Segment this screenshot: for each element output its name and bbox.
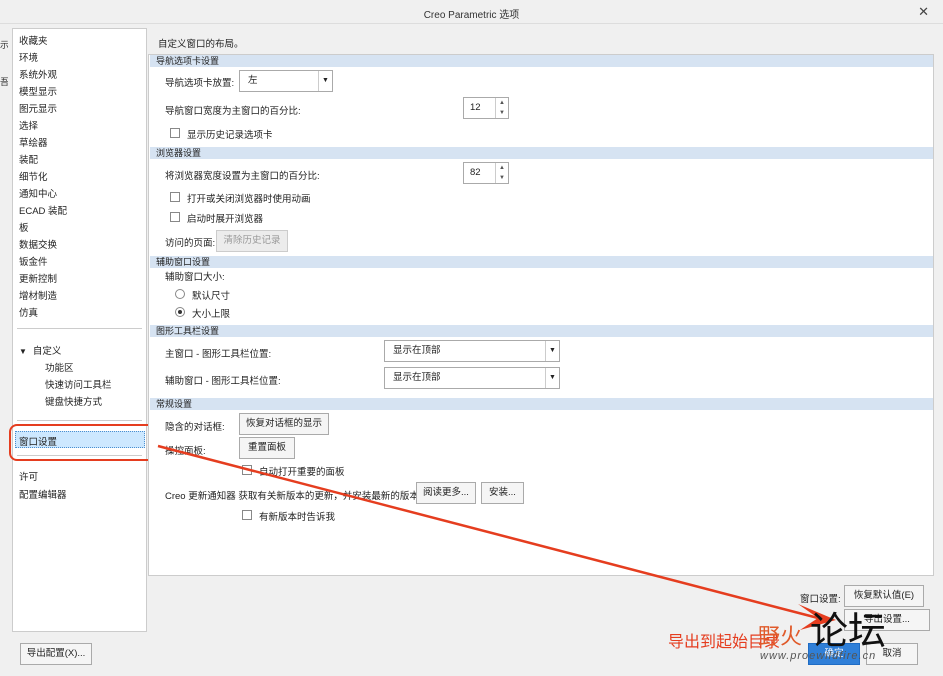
nav-item-ecad-assembly[interactable]: ECAD 装配: [19, 203, 67, 217]
highlight-annotation-box: [9, 424, 159, 461]
close-icon[interactable]: ✕: [918, 4, 929, 20]
update-notifier-label: Creo 更新通知器 获取有关新版本的更新，并安装最新的版本: [165, 491, 419, 502]
settings-content: 导航选项卡设置 导航选项卡放置: 左 ▼ 导航窗口宽度为主窗口的百分比: 12 ▲ ▼…: [148, 54, 934, 576]
nav-item-entity-display[interactable]: 图元显示: [19, 101, 57, 115]
nav-item-board[interactable]: 板: [19, 220, 29, 234]
aux-size-label: 辅助窗口大小:: [165, 272, 225, 283]
browser-animation-label: 打开或关闭浏览器时使用动画: [187, 194, 311, 205]
main-toolbar-value: 显示在顶部: [393, 345, 441, 356]
nav-item-environment[interactable]: 环境: [19, 50, 38, 64]
section-general: 常规设置: [150, 398, 933, 410]
install-button[interactable]: 安装...: [481, 482, 524, 504]
spinner-arrows-icon[interactable]: ▲ ▼: [495, 98, 508, 118]
nav-item-sketcher[interactable]: 草绘器: [19, 135, 48, 149]
nav-item-sheetmetal[interactable]: 钣金件: [19, 254, 48, 268]
chevron-down-icon: ▼: [545, 341, 559, 361]
visited-pages-label: 访问的页面:: [165, 238, 216, 249]
hidden-dialogs-label: 隐含的对话框:: [165, 422, 225, 433]
watermark: 野火 论坛: [758, 600, 886, 655]
category-nav: 收藏夹 环境 系统外观 模型显示 图元显示 选择 草绘器 装配 细节化 通知中心…: [12, 28, 147, 632]
expand-browser-checkbox[interactable]: [170, 212, 180, 222]
watermark-brand: 野火: [758, 625, 803, 650]
browser-width-value: 82: [470, 167, 481, 178]
browser-animation-checkbox[interactable]: [170, 192, 180, 202]
section-graphics-toolbar: 图形工具栏设置: [150, 325, 933, 337]
watermark-forum: 论坛: [810, 609, 887, 653]
auto-open-panels-label: 自动打开重要的面板: [259, 467, 345, 478]
main-toolbar-label: 主窗口 - 图形工具栏位置:: [165, 349, 272, 360]
expand-triangle-icon[interactable]: ▼: [19, 347, 27, 356]
nav-width-label: 导航窗口宽度为主窗口的百分比:: [165, 106, 301, 117]
nav-item-customize-label: 自定义: [32, 346, 62, 357]
section-navigator: 导航选项卡设置: [150, 55, 933, 67]
default-size-label: 默认尺寸: [192, 291, 231, 302]
nav-item-data-exchange[interactable]: 数据交换: [19, 237, 57, 251]
options-dialog: 示 吾 收藏夹 环境 系统外观 模型显示 图元显示 选择 草绘器 装配 细节化 …: [0, 24, 943, 676]
section-aux-window: 辅助窗口设置: [150, 256, 933, 268]
window-title: Creo Parametric 选项: [423, 10, 520, 21]
nav-item-notification-center[interactable]: 通知中心: [19, 186, 57, 200]
clear-history-button[interactable]: 清除历史记录: [216, 230, 288, 252]
nav-divider: [17, 328, 142, 329]
nav-item-quick-access-toolbar[interactable]: 快速访问工具栏: [45, 377, 112, 391]
nav-item-license[interactable]: 许可: [19, 469, 38, 483]
aux-toolbar-label: 辅助窗口 - 图形工具栏位置:: [165, 376, 281, 387]
nav-item-detailing[interactable]: 细节化: [19, 169, 48, 183]
nav-item-additive-manufacturing[interactable]: 增材制造: [19, 288, 57, 302]
notify-new-version-checkbox[interactable]: [242, 510, 252, 520]
edge-text-1: 示: [0, 40, 8, 50]
aux-toolbar-dropdown[interactable]: 显示在顶部 ▼: [384, 367, 560, 389]
read-more-button[interactable]: 阅读更多...: [416, 482, 476, 504]
edge-text-2: 吾: [0, 77, 8, 87]
nav-item-customize[interactable]: ▼ 自定义: [19, 343, 61, 357]
chevron-down-icon: ▼: [318, 71, 332, 91]
nav-position-label: 导航选项卡放置:: [165, 78, 235, 89]
nav-item-config-editor[interactable]: 配置编辑器: [19, 487, 67, 501]
nav-item-model-display[interactable]: 模型显示: [19, 84, 57, 98]
title-bar: Creo Parametric 选项 ✕: [0, 0, 943, 24]
chevron-down-icon: ▼: [545, 368, 559, 388]
nav-item-assembly[interactable]: 装配: [19, 152, 38, 166]
nav-item-keyboard-shortcuts[interactable]: 键盘快捷方式: [45, 394, 102, 408]
browser-width-spinner[interactable]: 82 ▲ ▼: [463, 162, 509, 184]
main-toolbar-dropdown[interactable]: 显示在顶部 ▼: [384, 340, 560, 362]
nav-item-simulation[interactable]: 仿真: [19, 305, 38, 319]
nav-width-value: 12: [470, 102, 481, 113]
nav-divider: [17, 420, 142, 421]
restore-dialogs-button[interactable]: 恢复对话框的显示: [239, 413, 329, 435]
export-config-button[interactable]: 导出配置(X)...: [20, 643, 92, 665]
spinner-arrows-icon[interactable]: ▲ ▼: [495, 163, 508, 183]
settings-panel: 自定义窗口的布局。 导航选项卡设置 导航选项卡放置: 左 ▼ 导航窗口宽度为主窗口…: [148, 28, 934, 602]
nav-position-dropdown[interactable]: 左 ▼: [239, 70, 333, 92]
background-edge: 示 吾: [0, 24, 8, 104]
nav-item-update-control[interactable]: 更新控制: [19, 271, 57, 285]
reset-panel-button[interactable]: 重置面板: [239, 437, 295, 459]
panel-description: 自定义窗口的布局。: [158, 39, 244, 50]
expand-browser-label: 启动时展开浏览器: [187, 214, 264, 225]
show-history-label: 显示历史记录选项卡: [187, 130, 273, 141]
nav-item-selection[interactable]: 选择: [19, 118, 38, 132]
nav-item-ribbon[interactable]: 功能区: [45, 360, 74, 374]
nav-item-system-appearance[interactable]: 系统外观: [19, 67, 57, 81]
browser-width-label: 将浏览器宽度设置为主窗口的百分比:: [165, 171, 320, 182]
nav-item-favorites[interactable]: 收藏夹: [19, 33, 48, 47]
notify-new-version-label: 有新版本时告诉我: [259, 512, 336, 523]
max-size-label: 大小上限: [192, 309, 231, 320]
auto-open-panels-checkbox[interactable]: [242, 465, 252, 475]
section-browser: 浏览器设置: [150, 147, 933, 159]
nav-position-value: 左: [248, 75, 258, 86]
max-size-radio[interactable]: [175, 307, 185, 317]
show-history-checkbox[interactable]: [170, 128, 180, 138]
nav-width-spinner[interactable]: 12 ▲ ▼: [463, 97, 509, 119]
watermark-url: www.proewildfire.cn: [760, 650, 877, 662]
default-size-radio[interactable]: [175, 289, 185, 299]
dashboard-label: 操控面板:: [165, 446, 206, 457]
aux-toolbar-value: 显示在顶部: [393, 372, 441, 383]
